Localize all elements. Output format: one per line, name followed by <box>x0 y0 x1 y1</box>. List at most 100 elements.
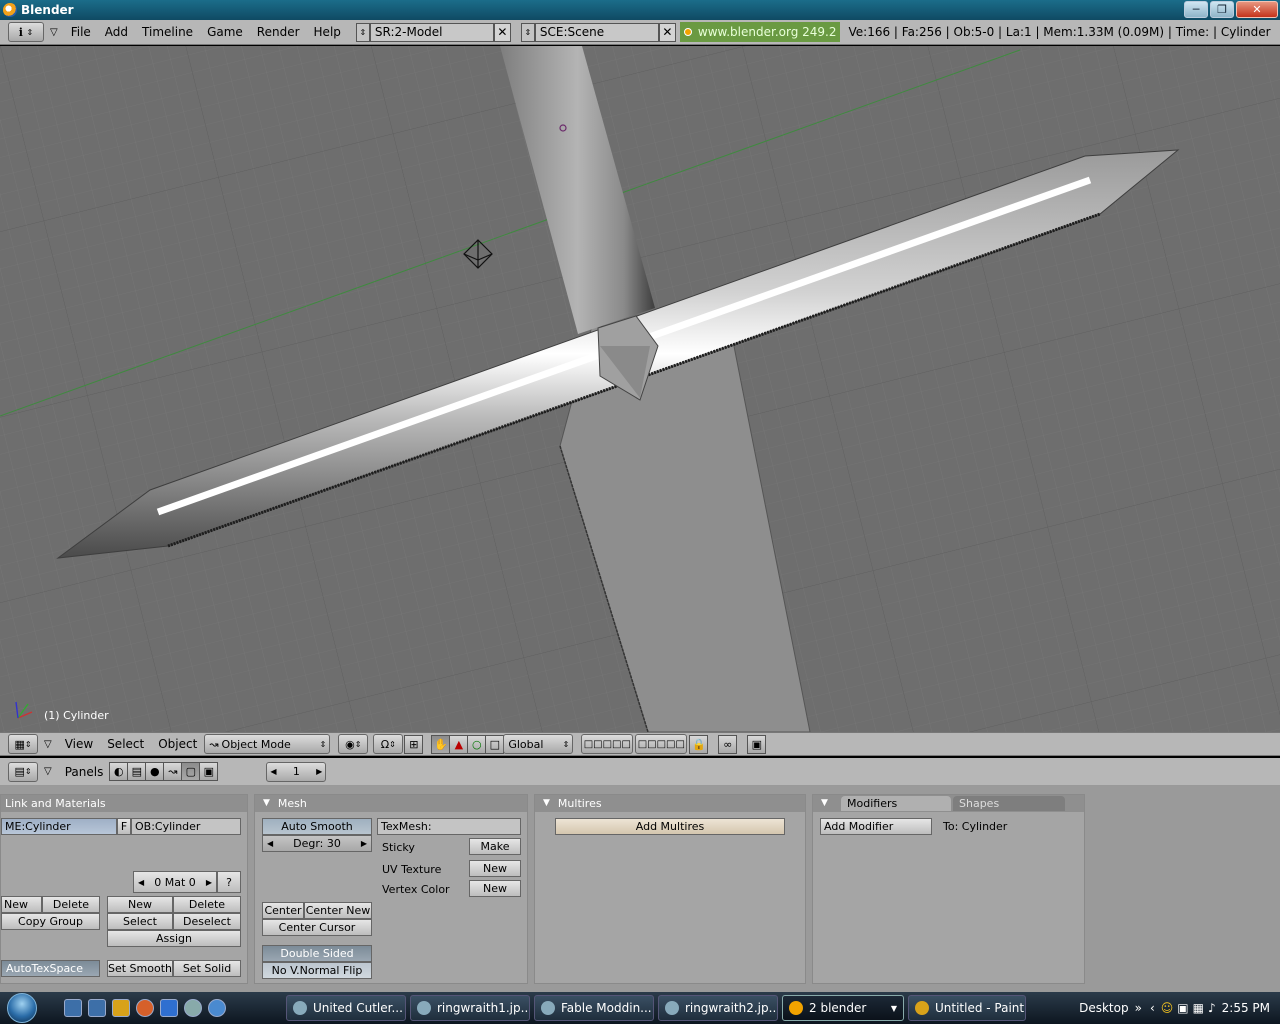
panel-header[interactable]: ▼ Mesh <box>255 795 527 812</box>
double-sided-toggle[interactable]: Double Sided <box>262 945 372 962</box>
degree-field[interactable]: ◀ Degr: 30 ▶ <box>262 835 372 852</box>
fake-user-button[interactable]: F <box>117 818 131 835</box>
explorer-icon[interactable] <box>160 999 178 1017</box>
messenger-icon[interactable]: ☺ <box>1161 1001 1174 1015</box>
screen-browse-button[interactable]: ⇕ <box>355 22 370 42</box>
center-cursor-button[interactable]: Center Cursor <box>262 919 372 936</box>
collapse-menu-triangle-icon[interactable]: ▽ <box>44 739 52 750</box>
no-vnormal-flip-toggle[interactable]: No V.Normal Flip <box>262 962 372 979</box>
taskbar-item-1[interactable]: United Cutler... <box>286 995 406 1021</box>
show-desktop-icon[interactable] <box>64 999 82 1017</box>
layer-buttons-group-1[interactable]: □□□□□ <box>581 734 634 754</box>
object-name-field[interactable]: OB:Cylinder <box>131 818 241 835</box>
material-help-button[interactable]: ? <box>217 871 241 893</box>
taskbar-item-3[interactable]: Fable Moddin... <box>534 995 654 1021</box>
menu-game[interactable]: Game <box>200 22 250 42</box>
menu-view[interactable]: View <box>58 734 100 754</box>
texmesh-field[interactable]: TexMesh: <box>377 818 521 835</box>
manipulator-hand-icon[interactable]: ✋ <box>431 734 451 754</box>
screen-delete-icon[interactable]: ✕ <box>493 22 511 42</box>
material-index-field[interactable]: ◀ 0 Mat 0 ▶ <box>133 871 217 893</box>
uv-texture-new-button[interactable]: New <box>469 860 521 877</box>
desktop-toolbar[interactable]: Desktop <box>1079 1001 1129 1015</box>
menu-file[interactable]: File <box>64 22 98 42</box>
taskbar-item-paint[interactable]: Untitled - Paint <box>908 995 1026 1021</box>
taskbar-item-2[interactable]: ringwraith1.jp... <box>410 995 530 1021</box>
menu-timeline[interactable]: Timeline <box>135 22 200 42</box>
material-deselect-button[interactable]: Deselect <box>173 913 241 930</box>
editing-context-icon[interactable]: ▢ <box>181 762 201 781</box>
layer-buttons-group-2[interactable]: □□□□□ <box>635 734 688 754</box>
object-context-icon[interactable]: ↝ <box>163 762 183 781</box>
ie-icon[interactable] <box>208 999 226 1017</box>
auto-smooth-toggle[interactable]: Auto Smooth <box>262 818 372 835</box>
align-icon[interactable]: ⊞ <box>404 734 424 754</box>
add-modifier-dropdown[interactable]: Add Modifier <box>820 818 932 835</box>
logic-context-icon[interactable]: ◐ <box>109 762 129 781</box>
menu-render[interactable]: Render <box>250 22 307 42</box>
vertex-group-delete-button[interactable]: Delete <box>42 896 100 913</box>
editor-type-button[interactable]: ▦ ⇕ <box>8 734 38 754</box>
render-icon[interactable]: ▣ <box>747 734 767 754</box>
close-button[interactable]: ✕ <box>1236 1 1278 18</box>
collapse-triangle-icon[interactable]: ▼ <box>821 795 828 812</box>
menu-object[interactable]: Object <box>151 734 204 754</box>
set-solid-button[interactable]: Set Solid <box>173 960 241 977</box>
scene-browse-button[interactable]: ⇕ <box>520 22 535 42</box>
material-delete-button[interactable]: Delete <box>173 896 241 913</box>
autotexspace-toggle[interactable]: AutoTexSpace <box>1 960 100 977</box>
screen-name-field[interactable]: SR:2-Model <box>369 22 494 42</box>
center-new-button[interactable]: Center New <box>304 902 372 919</box>
add-multires-button[interactable]: Add Multires <box>555 818 785 835</box>
taskbar-item-blender[interactable]: 2 blender ▼ <box>782 995 904 1021</box>
panel-header[interactable]: ▼ Modifiers Shapes <box>813 795 1084 812</box>
network-icon[interactable]: ▦ <box>1193 1001 1204 1015</box>
script-context-icon[interactable]: ▤ <box>127 762 147 781</box>
orientation-dropdown[interactable]: Global ⇕ <box>503 734 574 754</box>
collapse-triangle-icon[interactable]: ▼ <box>543 795 550 812</box>
start-button[interactable] <box>0 992 44 1024</box>
center-button[interactable]: Center <box>262 902 304 919</box>
mesh-name-field[interactable]: ME:Cylinder <box>1 818 117 835</box>
scale-manipulator-icon[interactable]: □ <box>485 734 505 754</box>
collapse-menu-triangle-icon[interactable]: ▽ <box>50 27 58 38</box>
rotate-manipulator-icon[interactable]: ○ <box>467 734 487 754</box>
editor-type-button[interactable]: i ⇕ <box>8 22 44 42</box>
sticky-make-button[interactable]: Make <box>469 838 521 855</box>
editor-type-button[interactable]: ▤ ⇕ <box>8 761 38 782</box>
tab-modifiers[interactable]: Modifiers <box>841 796 951 811</box>
set-smooth-button[interactable]: Set Smooth <box>107 960 173 977</box>
draw-type-dropdown[interactable]: ◉ ⇕ <box>338 734 369 754</box>
lock-icon[interactable]: 🔒 <box>689 734 709 754</box>
mode-dropdown[interactable]: ↝ Object Mode ⇕ <box>204 734 331 754</box>
vertex-group-new-button[interactable]: New <box>1 896 42 913</box>
material-assign-button[interactable]: Assign <box>107 930 241 947</box>
scene-delete-icon[interactable]: ✕ <box>658 22 676 42</box>
material-select-button[interactable]: Select <box>107 913 173 930</box>
menu-add[interactable]: Add <box>98 22 135 42</box>
copy-group-button[interactable]: Copy Group <box>1 913 100 930</box>
vertex-color-new-button[interactable]: New <box>469 880 521 897</box>
blender-version-link[interactable]: www.blender.org 249.2 <box>679 22 841 42</box>
minimize-button[interactable]: ─ <box>1184 1 1208 18</box>
link-icon[interactable]: ∞ <box>718 734 738 754</box>
scene-name-field[interactable]: SCE:Scene <box>534 22 659 42</box>
firefox-icon[interactable] <box>136 999 154 1017</box>
translate-manipulator-icon[interactable]: ▲ <box>449 734 469 754</box>
tab-shapes[interactable]: Shapes <box>953 796 1065 811</box>
collapse-menu-triangle-icon[interactable]: ▽ <box>44 766 52 777</box>
menu-help[interactable]: Help <box>307 22 348 42</box>
panel-header[interactable]: ▼ Multires <box>535 795 805 812</box>
tray-app-icon[interactable]: ▣ <box>1177 1001 1188 1015</box>
frame-number-field[interactable]: ◀ 1 ▶ <box>266 761 327 782</box>
app-quicklaunch-icon[interactable] <box>184 999 202 1017</box>
volume-icon[interactable]: ♪ <box>1208 1001 1216 1015</box>
menu-select[interactable]: Select <box>100 734 151 754</box>
3d-viewport[interactable]: (1) Cylinder <box>0 46 1280 732</box>
tray-clock[interactable]: 2:55 PM <box>1222 1001 1270 1015</box>
scene-context-icon[interactable]: ▣ <box>199 762 219 781</box>
collapse-triangle-icon[interactable]: ▼ <box>263 795 270 812</box>
maximize-button[interactable]: ❐ <box>1210 1 1234 18</box>
taskbar-item-4[interactable]: ringwraith2.jp... <box>658 995 778 1021</box>
shading-context-icon[interactable]: ● <box>145 762 165 781</box>
